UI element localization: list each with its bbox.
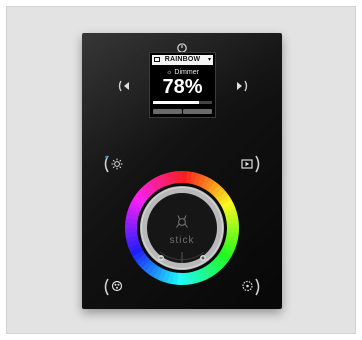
brightness-icon	[111, 158, 123, 170]
arrow-left-icon[interactable]	[116, 77, 134, 95]
brand-logo: stick	[169, 235, 195, 246]
dimmer-level-bar	[153, 101, 212, 104]
control-panel: RAINBOW ▾ ☼ Dimmer 78% stick	[82, 33, 282, 309]
arrow-right-icon[interactable]	[232, 77, 250, 95]
chevron-down-icon: ▾	[207, 57, 211, 63]
color-wheel[interactable]	[124, 170, 240, 286]
scene-selector[interactable]: RAINBOW ▾	[152, 55, 213, 65]
lcd-screen: RAINBOW ▾ ☼ Dimmer 78%	[149, 52, 216, 118]
color-palette-icon	[111, 280, 123, 292]
scene-name: RAINBOW	[164, 56, 201, 63]
soft-keys	[153, 109, 212, 115]
minus-icon[interactable]	[158, 255, 164, 261]
soft-key-right[interactable]	[183, 109, 212, 114]
plus-icon[interactable]	[200, 255, 206, 261]
dimmer-value: 78%	[162, 76, 203, 98]
effect-icon	[242, 280, 253, 292]
active-indicator	[105, 155, 108, 159]
scene-play-icon	[241, 159, 253, 169]
dimmer-level-fill	[153, 101, 200, 104]
soft-key-left[interactable]	[153, 109, 182, 114]
